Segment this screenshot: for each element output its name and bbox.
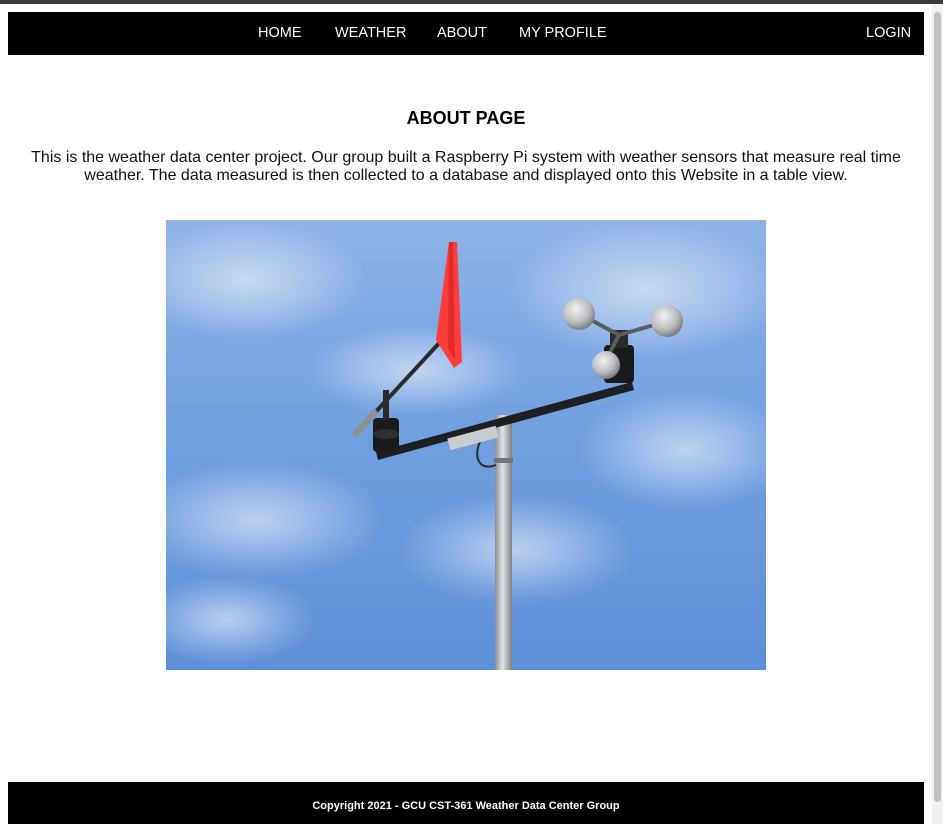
browser-top-edge — [0, 0, 943, 4]
scrollbar-thumb[interactable] — [934, 12, 941, 802]
nav-home-link[interactable]: HOME — [258, 12, 302, 55]
weather-station-image — [166, 220, 766, 670]
nav-profile-link[interactable]: MY PROFILE — [519, 12, 607, 55]
page-title: ABOUT PAGE — [406, 108, 526, 128]
nav-login-link[interactable]: LOGIN — [866, 12, 911, 55]
page-footer: Copyright 2021 - GCU CST-361 Weather Dat… — [8, 782, 924, 824]
weather-station-illustration — [166, 220, 766, 670]
nav-about-link[interactable]: ABOUT — [437, 12, 487, 55]
vertical-scrollbar[interactable] — [932, 4, 943, 824]
main-nav: HOME WEATHER ABOUT MY PROFILE LOGIN — [8, 12, 924, 55]
nav-weather-link[interactable]: WEATHER — [335, 12, 406, 55]
about-description: This is the weather data center project.… — [31, 149, 901, 184]
copyright-text: Copyright 2021 - GCU CST-361 Weather Dat… — [312, 800, 620, 812]
